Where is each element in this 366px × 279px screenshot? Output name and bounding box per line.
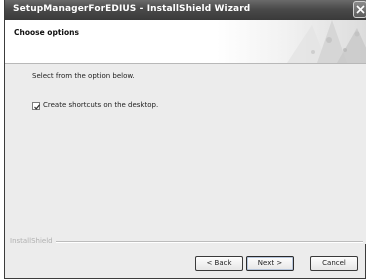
installer-window: SetupManagerForEDIUS - InstallShield Wiz… [4, 0, 366, 279]
cancel-button[interactable]: Cancel [310, 256, 358, 271]
footer-divider [45, 241, 363, 243]
next-button[interactable]: Next > [246, 256, 294, 271]
instruction-text: Select from the option below. [32, 72, 135, 80]
close-icon [356, 5, 365, 14]
page-title: Choose options [14, 28, 79, 37]
checkmark-icon [34, 104, 41, 110]
back-button[interactable]: < Back [195, 256, 243, 271]
installshield-brand: InstallShield [10, 237, 56, 245]
desktop-shortcut-checkbox[interactable] [32, 102, 41, 110]
header-banner-graphic [217, 20, 366, 63]
desktop-shortcut-label[interactable]: Create shortcuts on the desktop. [43, 101, 158, 109]
wizard-content: Select from the option below. Create sho… [5, 64, 366, 244]
close-button[interactable] [353, 1, 366, 18]
window-title: SetupManagerForEDIUS - InstallShield Wiz… [13, 4, 251, 14]
wizard-header: Choose options [5, 20, 366, 64]
title-bar[interactable]: SetupManagerForEDIUS - InstallShield Wiz… [5, 0, 366, 20]
